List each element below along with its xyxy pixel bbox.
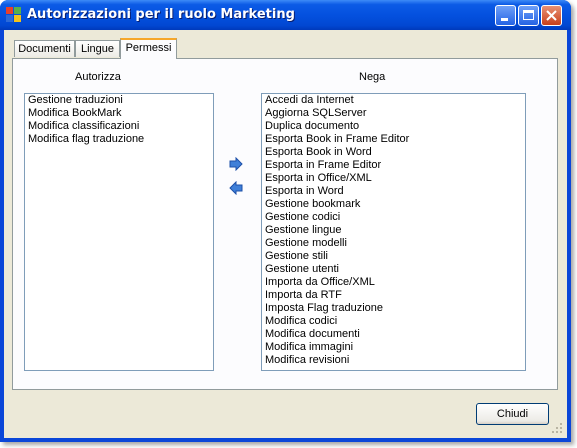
tab-documenti[interactable]: Documenti [14,40,75,57]
deny-list[interactable]: Accedi da Internet Aggiorna SQLServer Du… [261,93,526,371]
list-item[interactable]: Duplica documento [262,120,525,133]
list-item[interactable]: Esporta in Office/XML [262,172,525,185]
list-item[interactable]: Modifica documenti [262,328,525,341]
list-item[interactable]: Modifica classificazioni [25,120,213,133]
list-item[interactable]: Esporta in Frame Editor [262,159,525,172]
tab-label: Lingue [80,43,115,55]
dialog-window: Autorizzazioni per il ruolo Marketing Do… [0,0,571,442]
list-item[interactable]: Gestione utenti [262,263,525,276]
list-item[interactable]: Gestione stili [262,250,525,263]
tab-label: Documenti [18,43,71,55]
maximize-button[interactable] [518,5,539,26]
minimize-icon [501,18,508,21]
list-item[interactable]: Gestione modelli [262,237,525,250]
close-icon [546,10,557,21]
list-item[interactable]: Aggiorna SQLServer [262,107,525,120]
list-item[interactable]: Gestione traduzioni [25,94,213,107]
list-item[interactable]: Gestione lingue [262,224,525,237]
resize-grip-icon[interactable] [551,422,563,434]
list-item[interactable]: Importa da Office/XML [262,276,525,289]
list-item[interactable]: Modifica revisioni [262,354,525,367]
title-bar[interactable]: Autorizzazioni per il ruolo Marketing [0,0,571,30]
list-item[interactable]: Accedi da Internet [262,94,525,107]
close-window-button[interactable] [541,5,562,26]
close-button[interactable]: Chiudi [476,403,549,425]
list-item[interactable]: Gestione bookmark [262,198,525,211]
arrow-left-icon[interactable] [229,181,243,195]
list-item[interactable]: Importa da RTF [262,289,525,302]
tab-permessi[interactable]: Permessi [120,38,177,59]
list-item[interactable]: Imposta Flag traduzione [262,302,525,315]
allow-list[interactable]: Gestione traduzioni Modifica BookMark Mo… [24,93,214,371]
list-item[interactable]: Modifica flag traduzione [25,133,213,146]
dialog-body: Documenti Lingue Permessi Autorizza Nega… [4,30,567,438]
arrow-right-icon[interactable] [229,157,243,171]
list-item[interactable]: Gestione codici [262,211,525,224]
tab-lingue[interactable]: Lingue [75,40,120,57]
tab-label: Permessi [125,42,172,54]
minimize-button[interactable] [495,5,516,26]
allow-label: Autorizza [75,71,121,83]
list-item[interactable]: Modifica BookMark [25,107,213,120]
list-item[interactable]: Esporta Book in Word [262,146,525,159]
list-item[interactable]: Modifica immagini [262,341,525,354]
deny-label: Nega [359,71,386,83]
permessi-panel: Autorizza Nega Gestione traduzioni Modif… [12,58,558,390]
app-icon [6,7,22,23]
list-item[interactable]: Esporta in Word [262,185,525,198]
window-title: Autorizzazioni per il ruolo Marketing [27,7,295,22]
list-item[interactable]: Modifica codici [262,315,525,328]
maximize-icon [523,10,534,20]
list-item[interactable]: Esporta Book in Frame Editor [262,133,525,146]
